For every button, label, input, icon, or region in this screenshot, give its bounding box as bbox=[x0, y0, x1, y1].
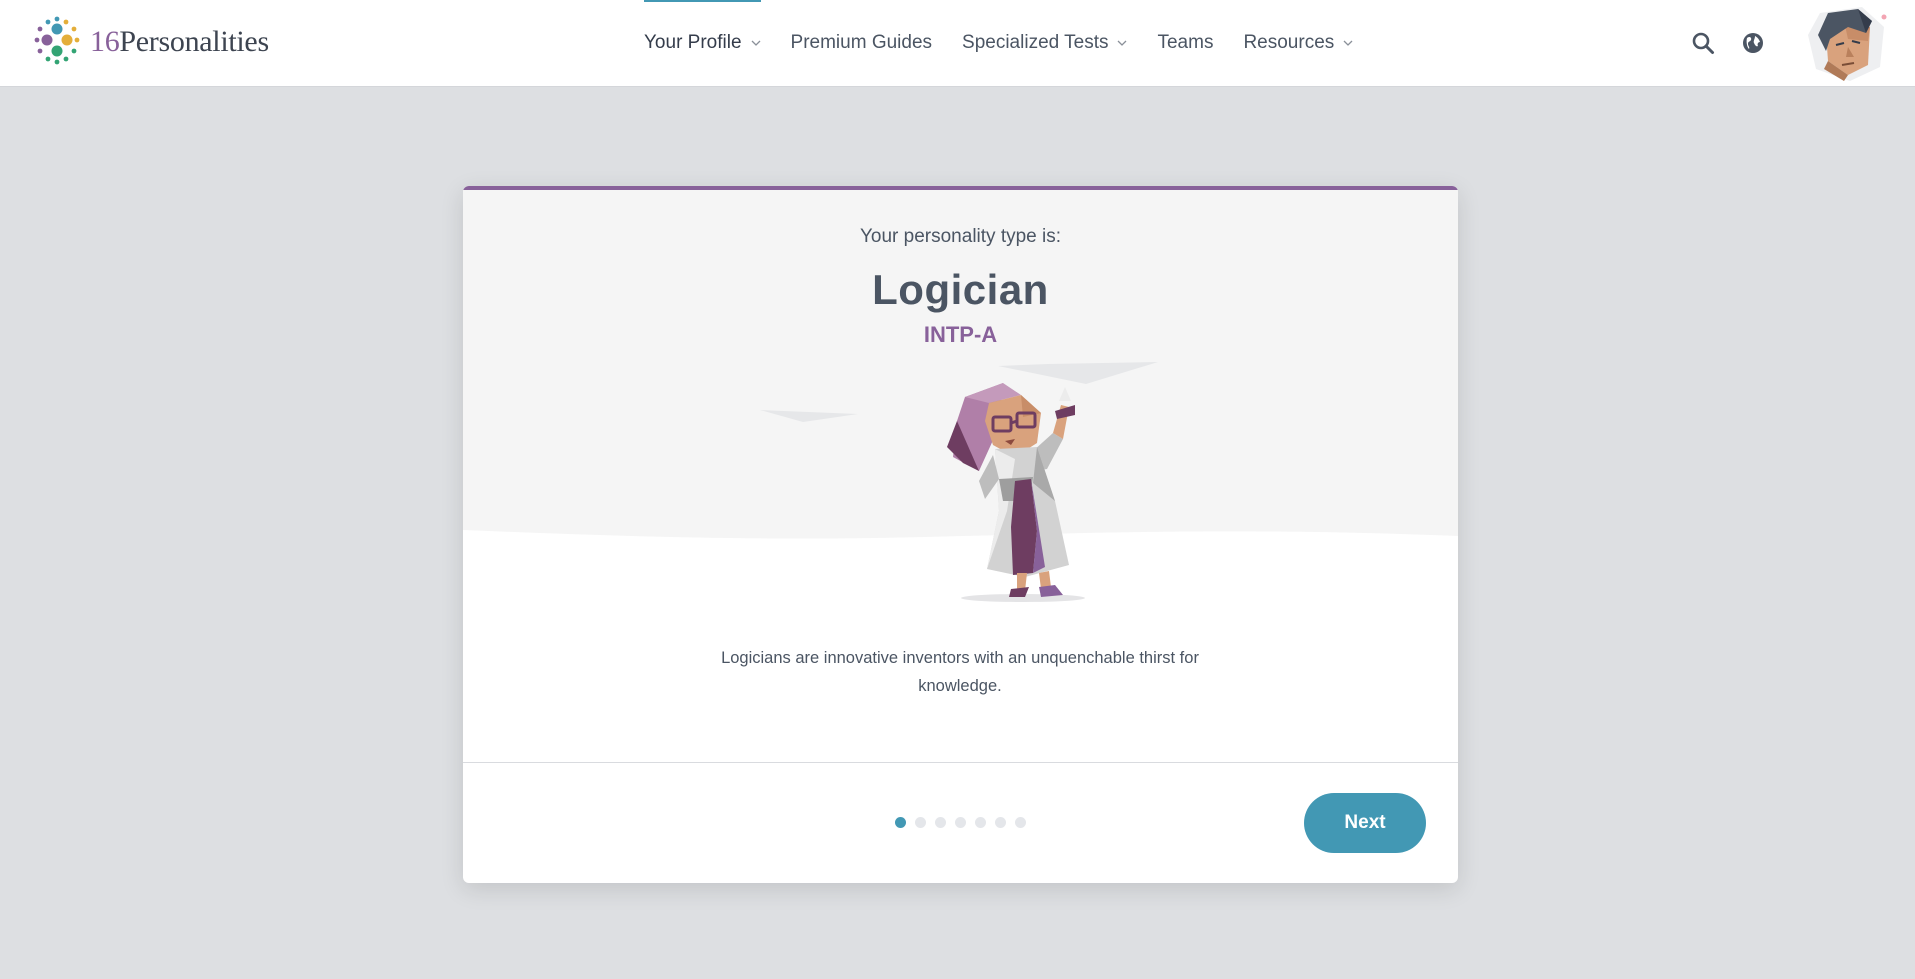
nav-label: Specialized Tests bbox=[962, 32, 1109, 53]
personality-type-name: Logician bbox=[872, 266, 1049, 313]
site-logo[interactable]: 16Personalities bbox=[28, 14, 269, 70]
logo-wordmark: 16Personalities bbox=[90, 25, 269, 59]
nav-resources[interactable]: Resources bbox=[1243, 0, 1353, 86]
nav-specialized-tests[interactable]: Specialized Tests bbox=[962, 0, 1127, 86]
logician-character-illustration bbox=[947, 383, 1085, 602]
nav-label: Resources bbox=[1243, 32, 1335, 53]
logo-word: Personalities bbox=[119, 25, 269, 58]
nav-teams[interactable]: Teams bbox=[1157, 0, 1213, 86]
chevron-down-icon bbox=[1343, 40, 1353, 46]
user-avatar[interactable] bbox=[1804, 5, 1888, 81]
pagination-dot[interactable] bbox=[895, 817, 906, 828]
top-navigation-bar: 16Personalities Your Profile Premium Gui… bbox=[0, 0, 1915, 87]
nav-premium-guides[interactable]: Premium Guides bbox=[791, 0, 933, 86]
nav-your-profile[interactable]: Your Profile bbox=[644, 0, 761, 86]
nav-label: Premium Guides bbox=[790, 32, 933, 53]
pagination-dot[interactable] bbox=[915, 817, 926, 828]
pagination-dot[interactable] bbox=[975, 817, 986, 828]
header-actions bbox=[1688, 0, 1915, 86]
pagination-dot[interactable] bbox=[1015, 817, 1026, 828]
pagination-dot[interactable] bbox=[995, 817, 1006, 828]
language-button[interactable] bbox=[1738, 28, 1768, 58]
logo-dots-icon bbox=[34, 16, 80, 65]
avatar-face-icon bbox=[1808, 7, 1887, 81]
card-divider bbox=[463, 762, 1458, 763]
personality-type-code: INTP-A bbox=[923, 322, 998, 347]
personality-result-card: Your personality type is: Logician INTP-… bbox=[463, 186, 1458, 883]
nav-label: Your Profile bbox=[644, 32, 742, 53]
chevron-down-icon bbox=[1118, 40, 1127, 46]
main-nav: Your Profile Premium Guides Specialized … bbox=[644, 0, 1383, 86]
nav-label: Teams bbox=[1157, 32, 1214, 53]
logo-number: 16 bbox=[90, 25, 120, 58]
result-intro-text: Your personality type is: bbox=[859, 226, 1062, 247]
search-icon bbox=[1692, 32, 1714, 54]
pagination-dots bbox=[895, 817, 1035, 828]
globe-icon bbox=[1743, 33, 1763, 53]
pagination-dot[interactable] bbox=[935, 817, 946, 828]
personality-description: Logicians are innovative inventors with … bbox=[721, 649, 1199, 695]
pagination-dot[interactable] bbox=[955, 817, 966, 828]
search-button[interactable] bbox=[1688, 28, 1718, 58]
chevron-down-icon bbox=[751, 40, 760, 46]
next-button[interactable]: Next bbox=[1304, 793, 1426, 853]
